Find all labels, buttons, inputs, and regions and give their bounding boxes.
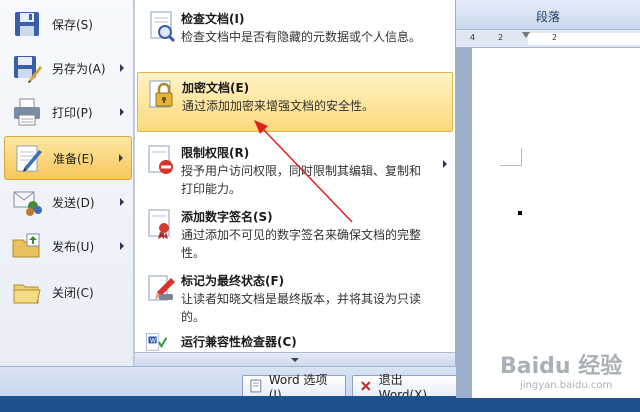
submenu-arrow-icon (120, 242, 124, 250)
ribbon-paragraph-group: 段落 (456, 0, 640, 30)
menu-item-print[interactable]: 打印(P) (4, 90, 132, 134)
submenu-item-title: 限制权限(R) (181, 146, 250, 160)
menu-item-prepare[interactable]: 准备(E) (4, 136, 132, 180)
text-cursor-mark (518, 211, 522, 215)
submenu-arrow-icon (119, 154, 123, 162)
baidu-jingyan-watermark: Baidu 经验 jingyan.baidu.com (500, 348, 640, 394)
menu-item-publish[interactable]: 发布(U) (4, 224, 132, 268)
inspect-document-icon (150, 11, 176, 42)
printer-icon (14, 98, 40, 126)
scroll-down-icon (291, 357, 299, 362)
submenu-item-description: 让读者知晓文档是最终版本，并将其设为只读的。 (181, 292, 422, 324)
submenu-item-restrict-permission[interactable]: 限制权限(R) 授予用户访问权限，同时限制其编辑、复制和打印能力。 (137, 138, 453, 198)
prepare-submenu: 检查文档(I) 检查文档中是否有隐藏的元数据或个人信息。 加密文档(E) 通过添… (134, 0, 456, 366)
exit-word-button[interactable]: 退出 Word(X) (352, 373, 460, 402)
submenu-arrow-icon (443, 160, 447, 168)
menu-item-save-as[interactable]: 另存为(A) (4, 46, 132, 90)
submenu-arrow-icon (120, 198, 124, 206)
menu-item-save[interactable]: 保存(S) (4, 2, 132, 46)
digital-signature-icon (148, 209, 170, 239)
page-corner-mark (500, 148, 522, 166)
watermark-brand: Baidu 经验 (500, 354, 623, 379)
ruler-text-area (528, 33, 640, 45)
submenu-item-description: 通过添加不可见的数字签名来确保文档的完整性。 (181, 228, 422, 260)
ruler-number: 2 (498, 33, 504, 42)
restrict-permission-icon (148, 145, 173, 174)
submenu-arrow-icon (120, 108, 124, 116)
menu-item-label: 发布(U) (52, 239, 95, 254)
paragraph-group-label: 段落 (535, 10, 560, 24)
submenu-item-title: 检查文档(I) (181, 12, 245, 26)
submenu-item-title: 加密文档(E) (182, 81, 250, 95)
menu-item-label: 保存(S) (52, 17, 93, 32)
mark-final-icon (148, 275, 175, 301)
window-status-strip (0, 396, 640, 412)
submenu-item-title: 运行兼容性检查器(C) (181, 335, 297, 349)
menu-item-label: 关闭(C) (52, 285, 94, 300)
submenu-item-compatibility-checker[interactable]: W 运行兼容性检查器(C) (137, 328, 453, 351)
publish-icon (12, 233, 40, 258)
submenu-item-description: 检查文档中是否有隐藏的元数据或个人信息。 (181, 30, 422, 44)
options-document-icon (250, 379, 262, 393)
ruler-number: 4 (470, 33, 476, 42)
menu-item-send[interactable]: 发送(D) (4, 180, 132, 224)
submenu-item-encrypt-document[interactable]: 加密文档(E) 通过添加加密来增强文档的安全性。 (137, 72, 453, 132)
document-margin-gutter (456, 48, 472, 398)
send-icon (13, 191, 42, 216)
submenu-item-description: 授予用户访问权限，同时限制其编辑、复制和打印能力。 (181, 164, 422, 196)
watermark-url: jingyan.baidu.com (520, 380, 613, 391)
indent-marker-icon[interactable] (522, 32, 530, 38)
compatibility-checker-icon: W (146, 333, 167, 351)
office-menu-command-list: 保存(S) 另存为(A) 打印(P) 准备(E) 发送(D) 发布(U) 关闭(… (0, 0, 134, 366)
menu-item-label: 另存为(A) (52, 61, 106, 76)
document-page[interactable] (472, 48, 640, 398)
word-options-button[interactable]: Word 选项(I) (242, 373, 346, 402)
close-x-icon (361, 381, 371, 391)
submenu-item-inspect-document[interactable]: 检查文档(I) 检查文档中是否有隐藏的元数据或个人信息。 (137, 4, 453, 64)
save-icon (15, 12, 39, 36)
menu-item-label: 发送(D) (52, 195, 95, 210)
svg-text:W: W (150, 338, 156, 345)
submenu-arrow-icon (120, 64, 124, 72)
menu-item-close[interactable]: 关闭(C) (4, 270, 132, 314)
save-as-icon (14, 56, 42, 83)
encrypt-lock-icon (149, 80, 173, 108)
menu-item-label: 打印(P) (52, 105, 93, 120)
ruler-number: 2 (552, 33, 558, 42)
submenu-item-description: 通过添加加密来增强文档的安全性。 (182, 99, 375, 113)
close-folder-icon (13, 284, 41, 304)
submenu-scroll-down-button[interactable] (135, 352, 455, 366)
submenu-item-mark-as-final[interactable]: 标记为最终状态(F) 让读者知晓文档是最终版本，并将其设为只读的。 (137, 266, 453, 326)
menu-item-label: 准备(E) (53, 151, 94, 166)
submenu-item-add-digital-signature[interactable]: 添加数字签名(S) 通过添加不可见的数字签名来确保文档的完整性。 (137, 202, 453, 262)
submenu-item-title: 标记为最终状态(F) (181, 274, 285, 288)
horizontal-ruler[interactable]: 4 2 2 (456, 30, 640, 48)
prepare-icon (16, 145, 42, 172)
submenu-item-title: 添加数字签名(S) (181, 210, 273, 224)
